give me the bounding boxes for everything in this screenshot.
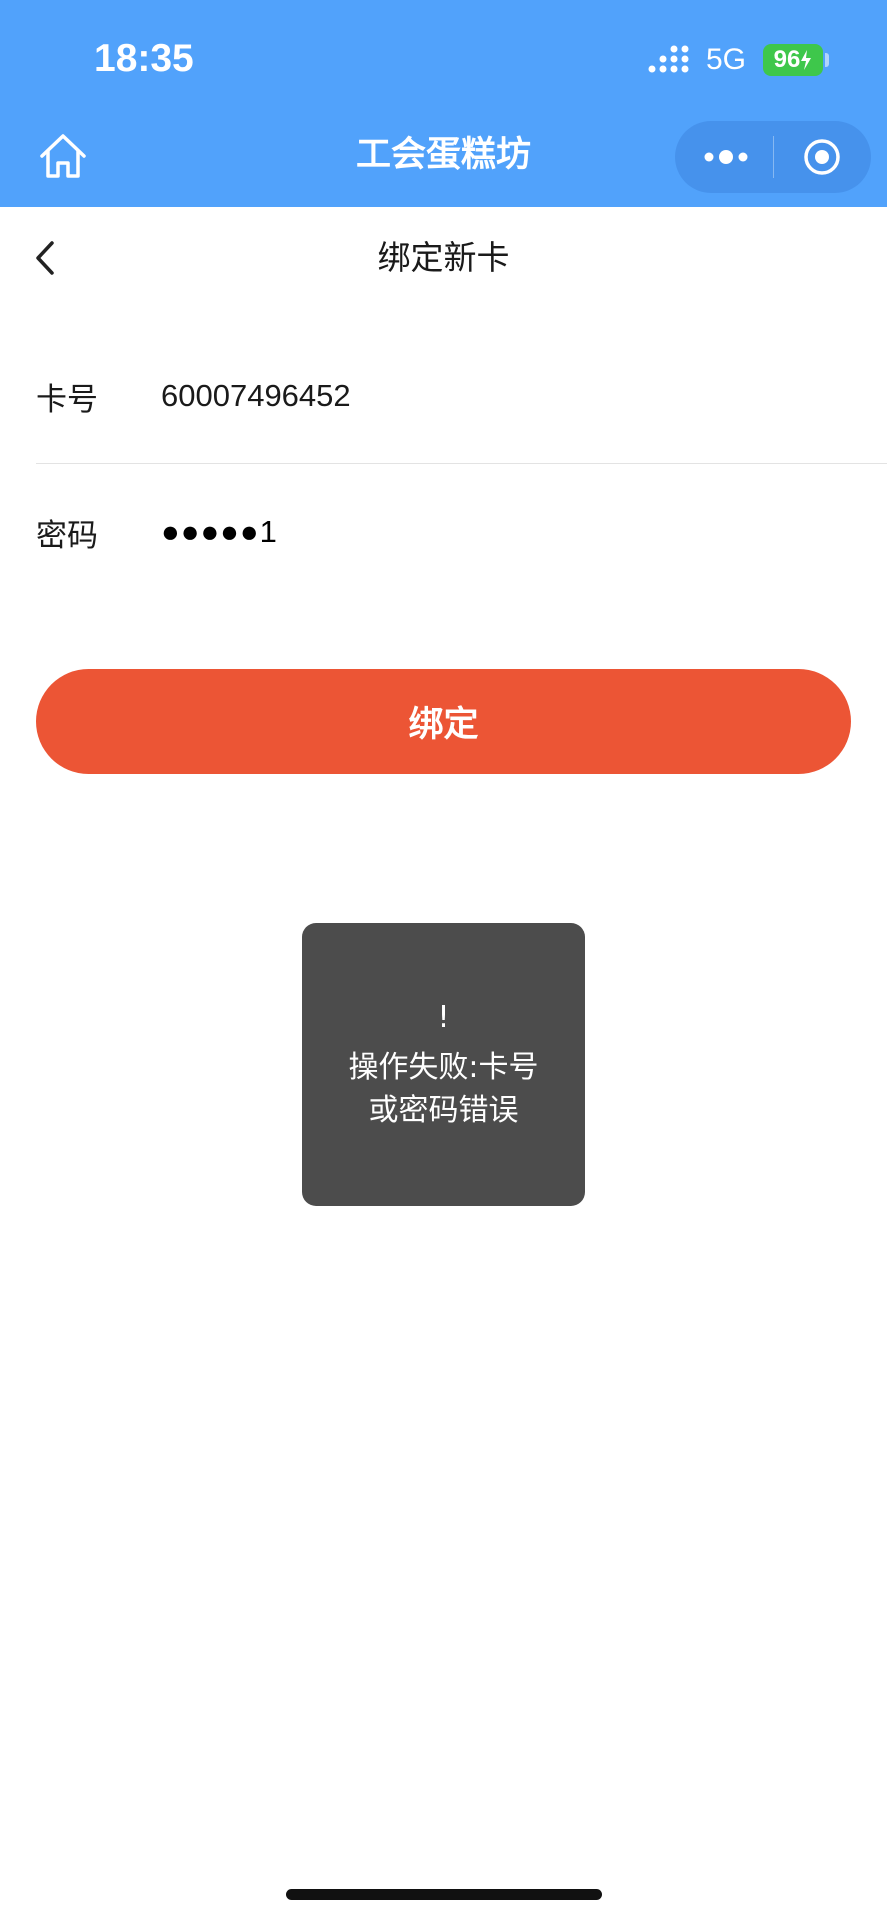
close-target-icon[interactable] — [796, 136, 848, 178]
more-icon[interactable] — [700, 136, 752, 178]
page-title: 绑定新卡 — [377, 238, 510, 277]
battery-charging-icon — [801, 50, 812, 70]
home-indicator[interactable] — [286, 1889, 602, 1900]
capsule-divider — [773, 136, 774, 178]
card-number-row: 卡号 60007496452 — [36, 366, 887, 426]
network-type: 5G — [706, 43, 747, 76]
status-time: 18:35 — [94, 37, 194, 80]
card-number-label: 卡号 — [36, 381, 98, 418]
signal-icon — [648, 45, 689, 73]
password-label: 密码 — [36, 517, 98, 554]
password-row: 密码 ●●●●●1 — [36, 502, 887, 562]
toast-message: 操作失败:卡号或密码错误 — [348, 1049, 539, 1128]
error-toast: ! 操作失败:卡号或密码错误 — [302, 923, 585, 1206]
password-field[interactable]: ●●●●●1 — [161, 514, 278, 550]
card-number-field[interactable]: 60007496452 — [161, 378, 351, 414]
battery-level: 96 — [773, 46, 801, 73]
bind-button[interactable]: 绑定 — [36, 669, 851, 774]
battery-indicator: 96 — [763, 44, 823, 76]
form-divider — [36, 463, 887, 464]
warning-icon: ! — [437, 999, 450, 1035]
battery-nub — [825, 53, 829, 67]
